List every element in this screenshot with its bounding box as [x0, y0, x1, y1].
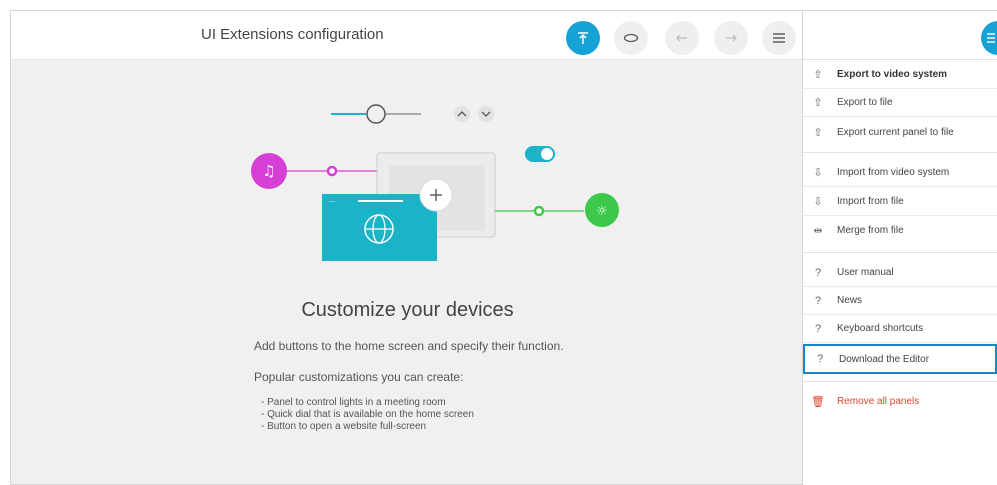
undo-button[interactable]: [665, 21, 699, 55]
side-menu-header: [803, 11, 997, 60]
undo-icon: [676, 34, 687, 42]
menu-divider: [803, 152, 997, 153]
welcome-content: ♫ ☼ ··· Customize your devices Add butto…: [11, 61, 802, 485]
up-down-graphic: [454, 106, 494, 122]
music-graphic: ♫: [251, 153, 377, 189]
menu-icon: [987, 33, 995, 43]
menu-divider: [803, 381, 997, 382]
svg-text:···: ···: [329, 198, 336, 206]
page-title: UI Extensions configuration: [201, 26, 384, 43]
menu-item-download-editor[interactable]: ? Download the Editor: [803, 344, 997, 374]
redo-button[interactable]: [714, 21, 748, 55]
illustration: ♫ ☼ ···: [251, 104, 619, 261]
help-icon: ?: [814, 294, 822, 307]
slider-graphic: [331, 104, 421, 124]
menu-item-keyboard-shortcuts[interactable]: ? Keyboard shortcuts: [803, 315, 997, 343]
menu-item-news[interactable]: ? News: [803, 287, 997, 315]
top-bar: UI Extensions configuration: [11, 11, 802, 60]
popular-text: Popular customizations you can create:: [254, 370, 464, 384]
add-graphic: [419, 178, 453, 212]
merge-icon: ⇹: [813, 224, 823, 237]
menu-item-export-file[interactable]: ⇧ Export to file: [803, 89, 997, 117]
list-item: Quick dial that is available on the home…: [261, 409, 474, 421]
menu-item-export-current-panel[interactable]: ⇧ Export current panel to file: [803, 118, 997, 146]
help-icon: ?: [814, 322, 822, 335]
menu-item-user-manual[interactable]: ? User manual: [803, 259, 997, 287]
trash-icon: 🗑: [811, 395, 825, 408]
upload-button[interactable]: [566, 21, 600, 55]
list-item: Button to open a website full-screen: [261, 421, 474, 433]
toggle-graphic: [525, 146, 555, 162]
menu-item-export-video-system[interactable]: ⇧ Export to video system: [803, 61, 997, 89]
menu-item-import-file[interactable]: ⇩ Import from file: [803, 188, 997, 216]
preview-button[interactable]: [614, 21, 648, 55]
menu-item-import-video-system[interactable]: ⇩ Import from video system: [803, 159, 997, 187]
editor-window: UI Extensions configuration ♫ ☼ ··· Cust…: [10, 10, 803, 485]
headline: Customize your devices: [301, 299, 514, 321]
intro-text: Add buttons to the home screen and speci…: [254, 339, 564, 353]
preview-icon: [623, 33, 639, 43]
import-icon: ⇩: [813, 196, 823, 208]
menu-divider: [803, 252, 997, 253]
export-icon: ⇧: [813, 69, 823, 81]
customization-list: Panel to control lights in a meeting roo…: [261, 397, 474, 433]
redo-icon: [726, 34, 737, 42]
menu-icon: [773, 33, 785, 43]
help-icon: ?: [814, 266, 822, 279]
side-menu-button[interactable]: [981, 21, 997, 55]
menu-item-merge-file[interactable]: ⇹ Merge from file: [803, 216, 997, 244]
menu-item-remove-all-panels[interactable]: 🗑 Remove all panels: [803, 387, 997, 415]
svg-text:☼: ☼: [596, 204, 608, 219]
export-icon: ⇧: [813, 97, 823, 109]
panel-graphic: ···: [322, 194, 437, 261]
import-icon: ⇩: [813, 167, 823, 179]
light-graphic: ☼: [495, 193, 619, 227]
side-menu: ⇧ Export to video system ⇧ Export to fil…: [803, 10, 997, 485]
upload-icon: [578, 32, 588, 44]
menu-button[interactable]: [762, 21, 796, 55]
svg-text:♫: ♫: [262, 162, 275, 180]
help-icon: ?: [816, 353, 824, 365]
export-icon: ⇧: [813, 126, 823, 139]
list-item: Panel to control lights in a meeting roo…: [261, 397, 474, 409]
